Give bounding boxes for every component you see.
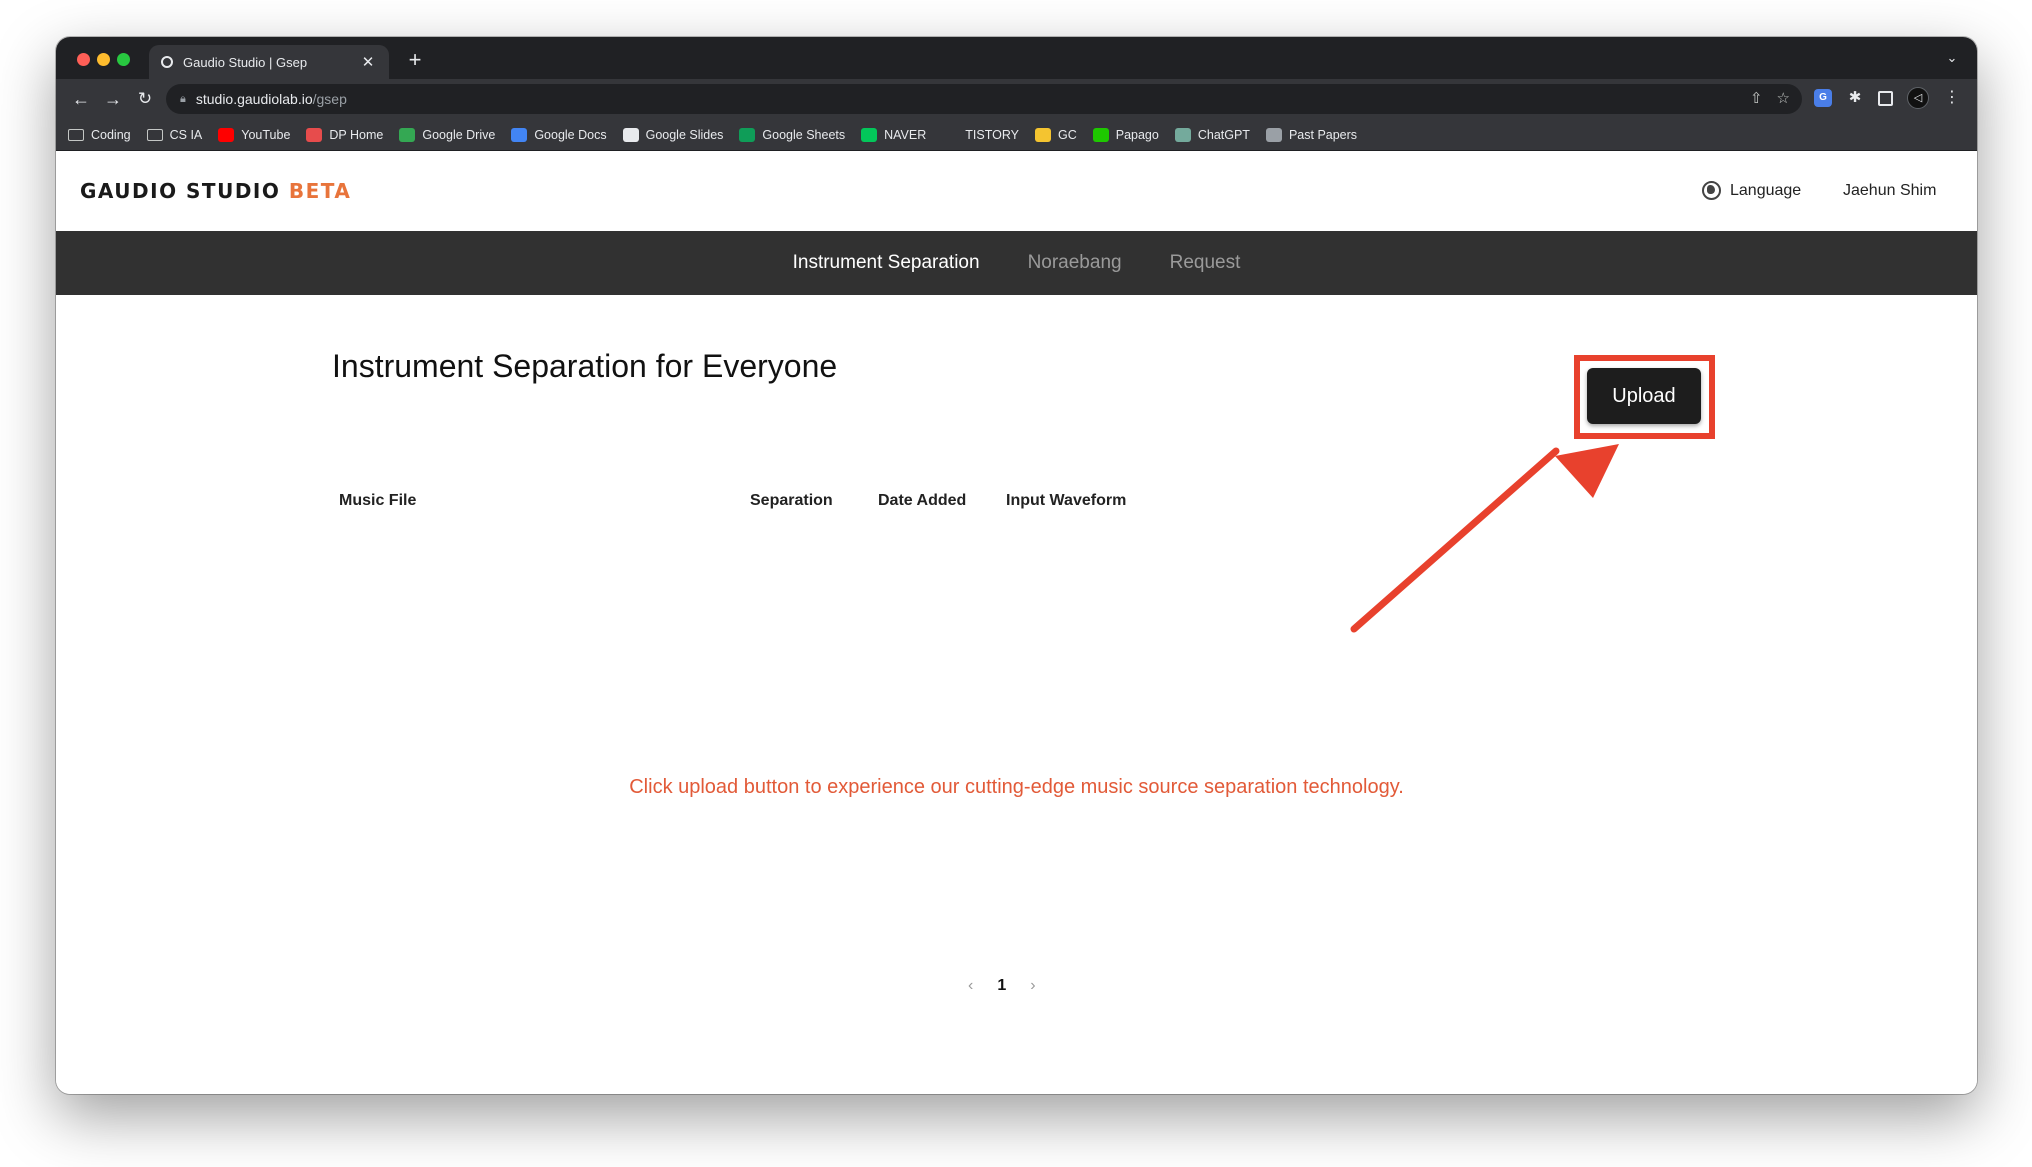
bookmark-item[interactable]: GC (1034, 127, 1077, 142)
chatgpt-icon (1174, 127, 1191, 142)
maximize-window-button[interactable] (117, 53, 130, 66)
bookmark-label: Papago (1115, 127, 1159, 142)
google-docs-icon (511, 127, 528, 142)
browser-window: Gaudio Studio | Gsep ✕ + ⌄ ← → ↻ 🔒︎ stud… (56, 37, 1977, 1094)
bookmark-item[interactable]: Google Sheets (739, 127, 846, 142)
bookmark-label: Past Papers (1288, 127, 1358, 142)
share-icon[interactable]: ⇧ (1750, 88, 1763, 110)
youtube-icon (218, 127, 235, 142)
folder-icon (146, 128, 163, 141)
favicon-icon (161, 56, 173, 68)
bookmark-item[interactable]: DP Home (306, 127, 384, 142)
bookmark-label: YouTube (241, 127, 291, 142)
bookmark-item[interactable]: NAVER (861, 127, 927, 142)
pagination-next-icon[interactable]: › (1030, 977, 1035, 995)
tab-strip: Gaudio Studio | Gsep ✕ + ⌄ (56, 37, 1977, 79)
bookmark-item[interactable]: Papago (1092, 127, 1159, 142)
tistory-icon (942, 127, 959, 142)
close-tab-icon[interactable]: ✕ (359, 53, 377, 71)
url-host: studio.gaudiolab.io (195, 91, 313, 107)
reload-button[interactable]: ↻ (132, 86, 158, 112)
tab-search-button[interactable]: ⌄ (1941, 47, 1963, 69)
past-papers-icon (1265, 127, 1282, 142)
bookmark-label: CS IA (169, 127, 203, 142)
close-window-button[interactable] (77, 53, 90, 66)
bookmark-label: ChatGPT (1197, 127, 1250, 142)
google-drive-icon (399, 127, 416, 142)
pagination: ‹ 1 › (968, 977, 1036, 995)
side-panel-icon[interactable] (1878, 90, 1893, 106)
bookmark-label: Google Sheets (762, 127, 846, 142)
translate-extension-icon[interactable]: G (1814, 89, 1832, 107)
bookmark-label: TISTORY (965, 127, 1019, 142)
tab-title: Gaudio Studio | Gsep (183, 54, 308, 70)
gc-icon (1034, 127, 1051, 142)
pagination-page-1[interactable]: 1 (997, 977, 1006, 995)
extensions-puzzle-icon[interactable]: ✱ (1846, 89, 1864, 107)
bookmark-label: GC (1057, 127, 1077, 142)
bookmark-item[interactable]: ChatGPT (1174, 127, 1250, 142)
annotation-arrow-icon (1350, 444, 1619, 633)
bookmark-item[interactable]: Google Slides (622, 127, 724, 142)
back-button[interactable]: ← (68, 86, 94, 112)
browser-menu-icon[interactable]: ⋮ (1943, 89, 1961, 107)
lock-icon[interactable]: 🔒︎ (180, 93, 186, 106)
dp-home-icon (306, 127, 323, 142)
profile-avatar-icon[interactable]: ◁ (1907, 87, 1929, 109)
bookmark-label: Google Slides (645, 127, 724, 142)
browser-tab[interactable]: Gaudio Studio | Gsep ✕ (149, 45, 389, 79)
bookmark-item[interactable]: Coding (68, 128, 131, 142)
bookmarks-bar: Coding CS IA YouTube DP Home Google Drive Goo… (56, 119, 1977, 151)
google-sheets-icon (739, 127, 756, 142)
bookmark-item[interactable]: CS IA (146, 127, 203, 142)
upload-hint-text: Click upload button to experience our cu… (629, 776, 1404, 798)
bookmark-item[interactable]: TISTORY (942, 127, 1019, 142)
browser-toolbar: ← → ↻ 🔒︎ studio.gaudiolab.io /gsep ⇧ ☆ G… (56, 79, 1977, 119)
naver-icon (861, 127, 878, 142)
address-bar[interactable]: 🔒︎ studio.gaudiolab.io /gsep ⇧ ☆ (166, 84, 1802, 114)
bookmark-label: Google Docs (534, 127, 607, 142)
papago-icon (1092, 127, 1109, 142)
folder-icon (68, 128, 84, 141)
bookmark-label: Google Drive (422, 127, 496, 142)
minimize-window-button[interactable] (97, 53, 110, 66)
web-page: GAUDIO STUDIO BETA Language Jaehun Shim … (56, 151, 1977, 1094)
bookmark-item[interactable]: YouTube (218, 127, 291, 142)
bookmark-label: DP Home (329, 127, 384, 142)
bookmark-star-icon[interactable]: ☆ (1777, 88, 1790, 110)
pagination-prev-icon[interactable]: ‹ (968, 977, 973, 995)
bookmark-item[interactable]: Google Drive (399, 127, 496, 142)
url-path: /gsep (312, 91, 347, 107)
bookmark-item[interactable]: Google Docs (511, 127, 607, 142)
forward-button[interactable]: → (100, 86, 126, 112)
bookmark-label: Coding (91, 127, 131, 142)
new-tab-button[interactable]: + (402, 47, 428, 73)
google-icon (622, 127, 639, 142)
bookmark-item[interactable]: Past Papers (1265, 127, 1358, 142)
bookmark-label: NAVER (884, 127, 927, 142)
